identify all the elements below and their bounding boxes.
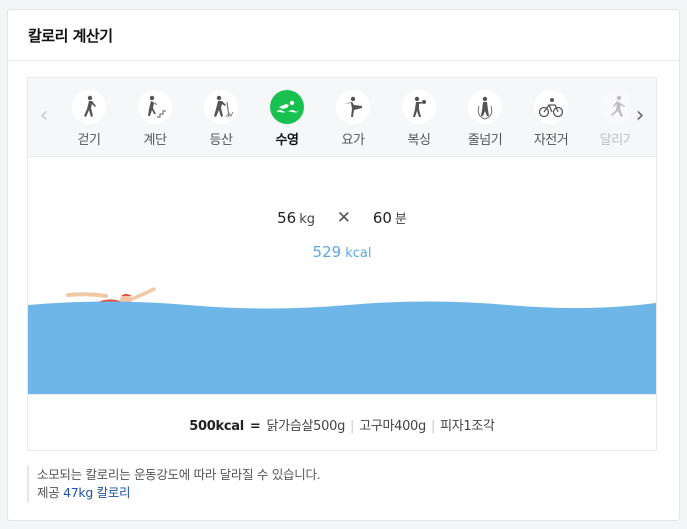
tab-label: 복싱 [407,133,431,148]
tab-label: 등산 [209,133,233,148]
running-icon [600,90,631,124]
equivalent-item: 닭가슴살500g [266,419,346,434]
boxing-icon [402,90,436,124]
provider-link[interactable]: 47kg 칼로리 [63,485,130,500]
tab-label: 줄넘기 [467,133,503,148]
calculator-panel: ‹ 걷기 계단 등산 수영 요가 복싱 줄넘기 자전거 달리기 › 56 kg … [27,77,657,451]
cycling-icon [534,90,568,124]
tab-boxing[interactable]: 복싱 [391,90,447,148]
water-surface [28,301,656,394]
formula-line: 56 kg ✕ 60 분 [28,208,656,228]
minutes-unit: 분 [394,212,407,227]
equivalent-item: 피자1조각 [440,419,495,434]
tab-yoga[interactable]: 요가 [325,90,381,148]
exercise-tabs: 걷기 계단 등산 수영 요가 복싱 줄넘기 자전거 달리기 [61,78,631,156]
tab-cycling[interactable]: 자전거 [523,90,579,148]
hiking-icon [204,90,238,124]
provider-prefix: 제공 [37,485,60,500]
tab-walking[interactable]: 걷기 [61,90,117,148]
tab-stairs[interactable]: 계단 [127,90,183,148]
provider-line: 제공 47kg 칼로리 [37,484,320,502]
tab-label: 요가 [341,133,365,148]
kcal-unit: kcal [345,246,372,261]
separator: | [350,419,355,434]
intensity-note: 소모되는 칼로리는 운동강도에 따라 달라질 수 있습니다. [37,467,321,482]
kcal-value: 529 [312,243,342,261]
exercise-tab-bar: ‹ 걷기 계단 등산 수영 요가 복싱 줄넘기 자전거 달리기 › [28,78,656,157]
equals-sign: = [249,419,261,434]
tab-label: 수영 [275,133,299,148]
equivalent-item: 고구마400g [359,419,426,434]
weight-value: 56 [277,209,297,227]
equivalent-amount: 500kcal [189,419,244,434]
tab-label: 걷기 [77,133,101,148]
walking-icon [72,90,106,124]
yoga-icon [336,90,370,124]
tab-jump-rope[interactable]: 줄넘기 [457,90,513,148]
swimming-icon [270,90,304,124]
footnotes: 소모되는 칼로리는 운동강도에 따라 달라질 수 있습니다. 제공 47kg 칼… [27,466,321,502]
separator: | [430,419,436,434]
tab-label: 달리기 [599,133,631,148]
weight-unit: kg [299,212,315,227]
card-header: 칼로리 계산기 [8,10,679,61]
chevron-left-icon[interactable]: ‹ [36,104,52,128]
calorie-result: 56 kg ✕ 60 분 529 kcal [28,208,656,261]
card-title: 칼로리 계산기 [28,27,113,45]
tab-label: 자전거 [533,133,569,148]
tab-hiking[interactable]: 등산 [193,90,249,148]
times-icon: ✕ [336,208,352,228]
tab-swimming[interactable]: 수영 [259,90,315,148]
jump-rope-icon [468,90,502,124]
calorie-equivalent: 500kcal = 닭가슴살500g | 고구마400g | 피자1조각 [28,394,656,451]
stairs-icon [138,90,172,124]
chevron-right-icon[interactable]: › [632,104,648,128]
kcal-result: 529 kcal [28,243,656,261]
minutes-value: 60 [372,209,392,227]
swimming-illustration [28,287,656,394]
tab-running[interactable]: 달리기 [589,90,631,148]
tab-label: 계단 [143,133,167,148]
